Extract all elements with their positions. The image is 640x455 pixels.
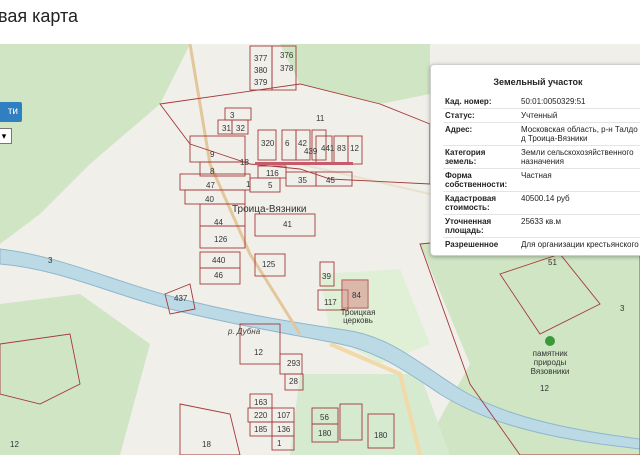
parcel-label: 3 [48, 256, 53, 265]
info-row: Разрешенное Для организации крестьянского [443, 237, 640, 251]
parcel-label: 12 [540, 384, 549, 393]
parcel-label: 163 [254, 398, 268, 407]
parcel-label: 6 [285, 139, 290, 148]
parcel-label: 1 [246, 180, 251, 189]
parcel-label: 18 [202, 440, 211, 449]
parcel-label: 83 [337, 144, 346, 153]
map-search-button[interactable]: ти [0, 102, 22, 122]
parcel-label: 46 [214, 271, 223, 280]
info-key: Статус: [443, 108, 519, 123]
parcel-label: 18 [240, 158, 249, 167]
parcel-label: 117 [324, 298, 337, 307]
village-label: Троица-Вязники [232, 204, 307, 215]
parcel-label: 44 [214, 218, 223, 227]
parcel-label: 380 [254, 66, 268, 75]
parcel-label: 437 [174, 294, 188, 303]
parcel-label: 45 [326, 176, 335, 185]
parcel-label: 12 [254, 348, 263, 357]
parcel-label: 116 [266, 169, 279, 178]
info-key: Адрес: [443, 122, 519, 146]
page-title: вая карта [0, 6, 79, 26]
parcel-label: 185 [254, 425, 268, 434]
parcel-label: 84 [352, 291, 361, 300]
info-value: Земли сельскохозяйственного назначения [519, 145, 640, 169]
parcel-label: 39 [322, 272, 331, 281]
parcel-label: 32 [236, 124, 245, 133]
info-value: Московская область, р-н Талдо д Троица-В… [519, 122, 640, 146]
parcel-label: 8 [210, 167, 215, 176]
parcel-label: 376 [280, 51, 294, 60]
map-layer-select[interactable]: ▾ [0, 128, 12, 144]
popup-title: Земельный участок [493, 77, 583, 87]
info-row: Категория земель: Земли сельскохозяйствен… [443, 145, 640, 169]
info-row: Кад. номер: 50:01:0050329:51 [443, 95, 640, 109]
info-value: Учтенный [519, 108, 640, 123]
parcel-label: 126 [214, 235, 228, 244]
parcel-info-popup: Земельный участок Кад. номер: 50:01:00503… [430, 64, 640, 256]
parcel-label: 107 [277, 411, 291, 420]
parcel-label: 441 [321, 144, 335, 153]
info-value: 40500.14 руб [519, 191, 640, 215]
parcel-label: 377 [254, 54, 268, 63]
parcel-label: 41 [283, 220, 292, 229]
parcel-label: 28 [289, 377, 298, 386]
info-key: Уточненная площадь: [443, 214, 519, 238]
parcel-label: 35 [298, 176, 307, 185]
info-value: Частная [519, 168, 640, 192]
parcel-label: 9 [210, 150, 215, 159]
info-key: Кад. номер: [445, 97, 492, 106]
parcel-label: 1 [277, 439, 282, 448]
parcel-label: 5 [268, 181, 273, 190]
info-value: 50:01:0050329:51 [521, 97, 586, 106]
info-value: 25633 кв.м [519, 214, 640, 238]
nature-monument-icon [545, 336, 555, 346]
parcel-label: 40 [205, 195, 214, 204]
parcel-label: 47 [206, 181, 215, 190]
parcel-label: 12 [10, 440, 19, 449]
page-header: вая карта [0, 0, 640, 40]
info-row: Кадастровая стоимость: 40500.14 руб [443, 191, 640, 215]
info-row: Уточненная площадь: 25633 кв.м [443, 214, 640, 238]
parcel-label: 51 [548, 258, 557, 267]
info-key: Форма собственности: [443, 168, 519, 192]
parcel-label: 220 [254, 411, 268, 420]
info-row: Адрес: Московская область, р-н Талдо д Тр… [443, 122, 640, 146]
parcel-label: 378 [280, 64, 294, 73]
parcel-label: 31 [222, 124, 231, 133]
parcel-label: 3 [620, 304, 625, 313]
info-value: Для организации крестьянского [519, 237, 640, 251]
parcel-label: 180 [374, 431, 388, 440]
info-row: Форма собственности: Частная [443, 168, 640, 192]
info-key: Категория земель: [443, 145, 519, 169]
parcel-label: 3 [230, 111, 235, 120]
parcel-label: 379 [254, 78, 268, 87]
parcel-info-table: Кад. номер: 50:01:0050329:51 Статус: Учтен… [443, 95, 640, 251]
parcel-label: 11 [316, 114, 325, 123]
parcel-label: 293 [287, 359, 301, 368]
parcel-label: 12 [350, 144, 359, 153]
parcel-label: 180 [318, 429, 332, 438]
river-label: р. Дубна [228, 327, 261, 336]
parcel-label: 439 [304, 147, 318, 156]
parcel-label: 440 [212, 256, 226, 265]
parcel-label: 56 [320, 413, 329, 422]
info-row: Статус: Учтенный [443, 108, 640, 123]
church-label: Троицкая церковь [340, 308, 376, 325]
parcel-label: 320 [261, 139, 275, 148]
info-key: Кадастровая стоимость: [443, 191, 519, 215]
parcel-label: 125 [262, 260, 276, 269]
parcel-label: 136 [277, 425, 291, 434]
park-label: памятник природы Вязовники [530, 349, 570, 376]
info-key: Разрешенное [443, 237, 519, 251]
